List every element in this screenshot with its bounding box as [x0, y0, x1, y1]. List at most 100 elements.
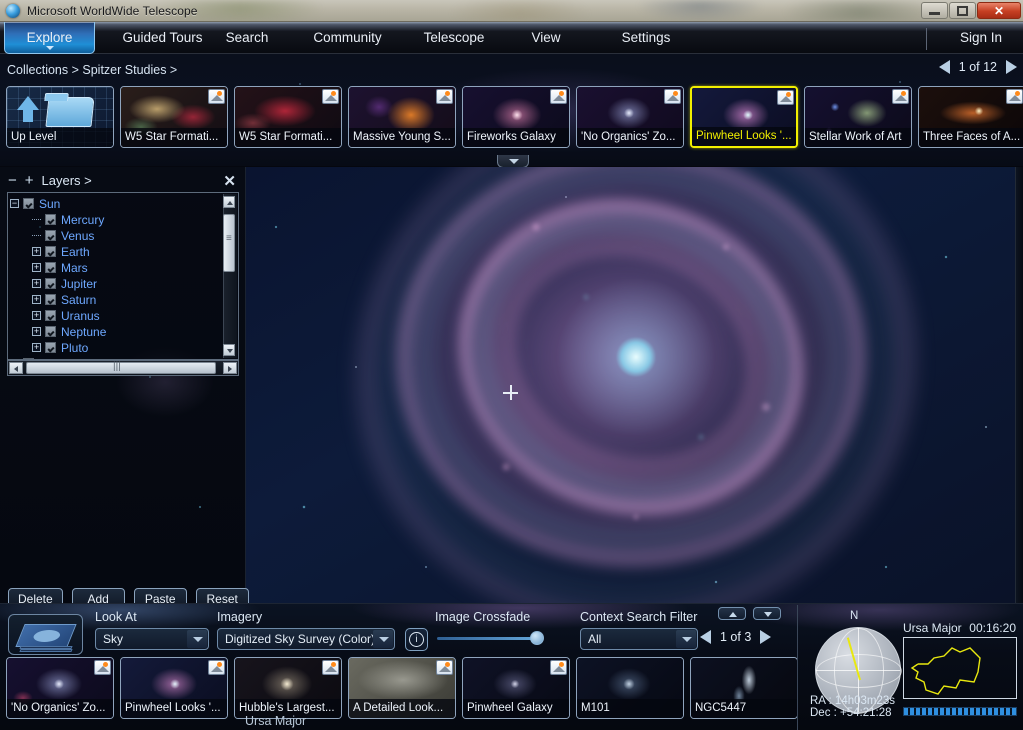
- thumbnail-item[interactable]: 'No Organics' Zo...: [576, 86, 684, 148]
- tree-node[interactable]: + Neptune: [10, 323, 222, 339]
- sign-in-button[interactable]: Sign In: [945, 22, 1017, 54]
- info-icon[interactable]: i: [405, 628, 428, 651]
- scrollbar-thumb[interactable]: [26, 361, 216, 374]
- info-glyph: i: [409, 632, 424, 647]
- tree-node[interactable]: + Jupiter: [10, 275, 222, 291]
- layers-tree[interactable]: − Sun Mercury Venus + Earth + Mars + Jupiter…: [7, 192, 239, 360]
- thumbnail-item[interactable]: Three Faces of A...: [918, 86, 1023, 148]
- imagery-select[interactable]: Digitized Sky Survey (Color) *: [217, 628, 395, 650]
- minimize-button[interactable]: [921, 2, 948, 19]
- expander-plus-icon[interactable]: +: [32, 311, 41, 321]
- collapse-all-button[interactable]: −: [8, 173, 17, 188]
- triangle-left-icon[interactable]: [700, 630, 711, 644]
- thumbnail-item[interactable]: Pinwheel Looks '...: [120, 657, 228, 719]
- maximize-button[interactable]: [949, 2, 976, 19]
- checkbox[interactable]: [45, 310, 56, 322]
- tab-guided-tours[interactable]: Guided Tours: [100, 22, 225, 54]
- tree-connector: [32, 219, 41, 221]
- coordinates-readout: RA : 14h03m23s Dec : +54:21:28: [810, 695, 895, 719]
- breadcrumb-text: Collections > Spitzer Studies >: [7, 63, 178, 77]
- thumbnail-item[interactable]: M101: [576, 657, 684, 719]
- tree-node[interactable]: + Uranus: [10, 307, 222, 323]
- thumbnail-caption: Pinwheel Galaxy: [463, 699, 569, 718]
- tree-node[interactable]: + Mars: [10, 259, 222, 275]
- tab-view[interactable]: View: [513, 22, 579, 54]
- checkbox[interactable]: [45, 246, 56, 258]
- expander-plus-icon[interactable]: +: [32, 279, 41, 289]
- chevron-up-icon[interactable]: [718, 607, 746, 620]
- triangle-right-icon[interactable]: [760, 630, 772, 644]
- checkbox[interactable]: [45, 294, 56, 306]
- crossfade-slider-handle[interactable]: [530, 631, 544, 645]
- scroll-left-icon[interactable]: [9, 362, 23, 374]
- layers-tree-vertical-scrollbar[interactable]: [223, 194, 237, 358]
- crosshair-icon: [503, 385, 518, 400]
- chevron-down-icon[interactable]: [676, 630, 696, 648]
- thumbnail-item[interactable]: W5 Star Formati...: [234, 86, 342, 148]
- context-search-filter-select[interactable]: All: [580, 628, 698, 650]
- expander-plus-icon[interactable]: +: [32, 343, 41, 353]
- breadcrumb[interactable]: Collections > Spitzer Studies >: [7, 61, 177, 79]
- checkbox[interactable]: [45, 262, 56, 274]
- thumbnail-item-selected[interactable]: Pinwheel Looks '...: [690, 86, 798, 148]
- checkbox[interactable]: [45, 326, 56, 338]
- tab-settings[interactable]: Settings: [603, 22, 689, 54]
- chevron-down-icon[interactable]: [753, 607, 781, 620]
- thumbnail-item[interactable]: A Detailed Look...: [348, 657, 456, 719]
- thumbnail-caption: A Detailed Look...: [349, 699, 455, 718]
- tab-view-label: View: [531, 30, 561, 45]
- expander-plus-icon[interactable]: +: [32, 247, 41, 257]
- checkbox[interactable]: [45, 214, 56, 226]
- thumbnail-item[interactable]: W5 Star Formati...: [120, 86, 228, 148]
- thumbnail-item[interactable]: Pinwheel Galaxy: [462, 657, 570, 719]
- expander-plus-icon[interactable]: +: [32, 295, 41, 305]
- checkbox[interactable]: [45, 342, 56, 354]
- tab-explore[interactable]: Explore: [4, 22, 95, 54]
- thumbnail-item[interactable]: NGC5447: [690, 657, 798, 719]
- tree-node[interactable]: Venus: [10, 227, 222, 243]
- look-at-select[interactable]: Sky: [95, 628, 209, 650]
- chevron-down-icon[interactable]: [373, 630, 393, 648]
- image-badge-icon: [664, 89, 681, 104]
- sky-viewport[interactable]: [246, 167, 1023, 603]
- tab-search[interactable]: Search: [208, 22, 286, 54]
- image-badge-icon: [208, 660, 225, 675]
- thumbnail-item[interactable]: Hubble's Largest...: [234, 657, 342, 719]
- close-icon[interactable]: ✕: [223, 172, 236, 190]
- expander-plus-icon[interactable]: +: [32, 263, 41, 273]
- checkbox[interactable]: [45, 230, 56, 242]
- tree-node[interactable]: Mercury: [10, 211, 222, 227]
- thumbnail-item[interactable]: 'No Organics' Zo...: [6, 657, 114, 719]
- checkbox[interactable]: [45, 278, 56, 290]
- tab-telescope[interactable]: Telescope: [405, 22, 503, 54]
- image-badge-icon: [322, 660, 339, 675]
- scroll-down-icon[interactable]: [223, 344, 235, 356]
- scroll-up-icon[interactable]: [223, 196, 235, 208]
- tab-community[interactable]: Community: [295, 22, 400, 54]
- tree-node[interactable]: − Sun: [10, 195, 222, 211]
- scroll-right-icon[interactable]: [223, 362, 237, 374]
- tab-settings-label: Settings: [621, 30, 671, 45]
- tab-guided-tours-label: Guided Tours: [122, 30, 203, 45]
- tree-node[interactable]: + Pluto: [10, 339, 222, 355]
- thumbnail-caption: W5 Star Formati...: [121, 128, 227, 147]
- crossfade-slider-track[interactable]: [437, 637, 542, 640]
- tree-node[interactable]: + Saturn: [10, 291, 222, 307]
- expander-minus-icon[interactable]: −: [10, 199, 19, 209]
- expand-all-button[interactable]: +: [25, 173, 34, 188]
- thumbnail-item[interactable]: Stellar Work of Art: [804, 86, 912, 148]
- tree-node[interactable]: + Earth: [10, 243, 222, 259]
- layers-tree-horizontal-scrollbar[interactable]: [7, 360, 239, 376]
- checkbox[interactable]: [23, 198, 34, 210]
- triangle-right-icon[interactable]: [1006, 60, 1017, 74]
- triangle-left-icon[interactable]: [938, 60, 950, 74]
- thumbnail-item[interactable]: Massive Young S...: [348, 86, 456, 148]
- thumbnail-item[interactable]: Fireworks Galaxy: [462, 86, 570, 148]
- close-button[interactable]: ✕: [977, 2, 1021, 19]
- chevron-down-icon[interactable]: [187, 630, 207, 648]
- layer-stack-icon[interactable]: [8, 614, 83, 655]
- thumbnail-caption: NGC5447: [691, 699, 797, 718]
- expander-plus-icon[interactable]: +: [32, 327, 41, 337]
- scrollbar-thumb[interactable]: [223, 214, 235, 272]
- thumbnail-up-level[interactable]: Up Level: [6, 86, 114, 148]
